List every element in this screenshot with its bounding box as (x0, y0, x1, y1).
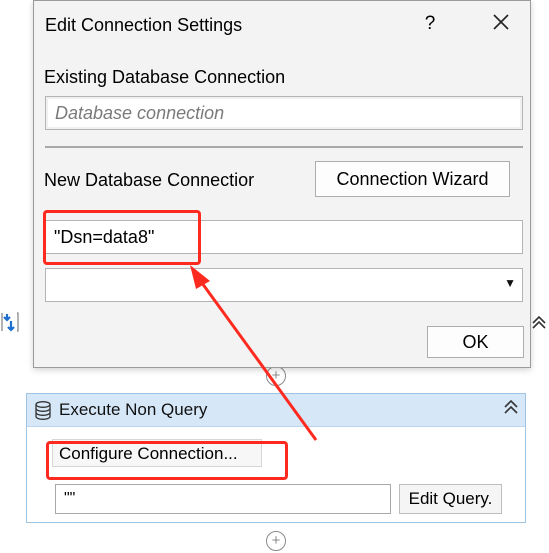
existing-connection-placeholder: Database connection (55, 103, 225, 123)
highlight-configure-button (46, 441, 288, 480)
edit-query-button[interactable]: Edit Query. (399, 484, 502, 514)
activity-icon (0, 307, 20, 337)
highlight-connection-string (43, 210, 201, 265)
double-chevron-up-icon[interactable] (503, 398, 519, 421)
query-input[interactable]: "" (55, 484, 391, 514)
database-icon (35, 401, 51, 420)
close-icon[interactable] (488, 9, 514, 35)
collapse-sequence-icon[interactable] (528, 310, 549, 334)
add-activity-icon[interactable]: + (266, 366, 286, 386)
dialog-title: Edit Connection Settings (45, 15, 243, 35)
connection-wizard-button[interactable]: Connection Wizard (315, 161, 510, 197)
divider (45, 146, 523, 148)
ok-button[interactable]: OK (427, 326, 524, 358)
activity-title: Execute Non Query (59, 400, 208, 419)
edit-connection-dialog: Edit Connection Settings ? Existing Data… (33, 0, 531, 368)
activity-header: Execute Non Query (27, 394, 525, 427)
existing-connection-input[interactable]: Database connection (45, 96, 523, 130)
existing-connection-label: Existing Database Connection (44, 67, 286, 87)
new-connection-label: New Database Connectior (44, 170, 255, 190)
provider-dropdown[interactable]: ▼ (45, 268, 523, 302)
help-button[interactable]: ? (418, 13, 442, 35)
add-activity-icon[interactable]: + (266, 531, 286, 551)
chevron-down-icon[interactable]: ▼ (504, 276, 516, 290)
